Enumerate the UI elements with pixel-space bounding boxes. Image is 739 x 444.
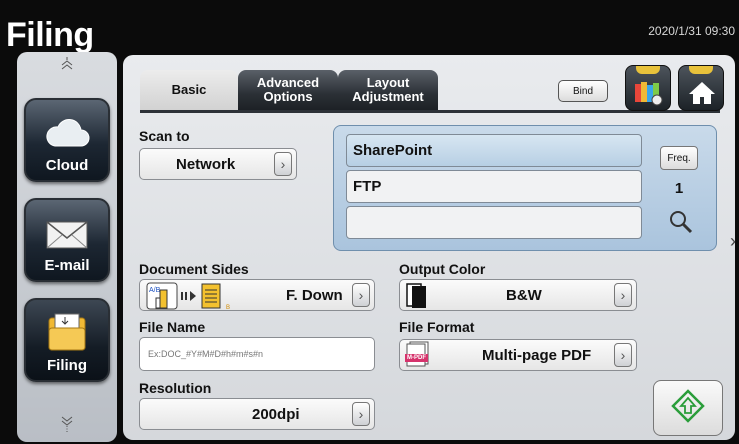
chevron-right-icon: › [352,402,370,426]
home-button[interactable] [678,65,724,111]
file-format-label: File Format [399,319,475,335]
document-sides-select[interactable]: A/B B F. Down › [139,279,375,311]
tab-layout-adjustment[interactable]: Layout Adjustment [338,70,438,110]
output-color-label: Output Color [399,261,486,277]
tab-bar: Basic Advanced Options Layout Adjustment [140,70,438,110]
destination-count: 1 [674,180,684,197]
magnifier-icon[interactable] [669,210,693,239]
app-title: Filing [6,16,94,54]
scan-to-value: Network [176,155,236,173]
pdf-icon-label: M-PDF [405,354,428,362]
resolution-select[interactable]: 200dpi › [139,398,375,430]
scan-to-select[interactable]: Network › [139,148,297,180]
chevron-right-icon: › [614,283,632,307]
sidebar-item-label: Filing [47,357,87,374]
resolution-label: Resolution [139,380,212,396]
sidebar-item-cloud[interactable]: Cloud [24,98,110,182]
cloud-icon [26,110,108,154]
file-name-input[interactable]: Ex:DOC_#Y#M#D#h#m#s#n [139,337,375,371]
svg-text:B: B [226,305,230,310]
chevron-right-icon: › [352,283,370,307]
pdf-icon: M-PDF [404,341,438,369]
sidebar-item-filing[interactable]: Filing [24,298,110,382]
chevron-down-icon[interactable] [17,414,117,434]
sidebar-item-email[interactable]: E-mail [24,198,110,282]
sidebar-item-label: Cloud [45,157,89,174]
destination-item[interactable] [346,206,642,239]
chevron-up-icon[interactable] [17,56,117,72]
destination-item[interactable]: SharePoint [346,134,642,167]
resolution-value: 200dpi [252,405,300,423]
sidebar: Cloud E-mail Filing [17,52,117,442]
profile-settings-button[interactable] [625,65,671,111]
tab-advanced-options[interactable]: Advanced Options [238,70,338,110]
main-panel: Basic Advanced Options Layout Adjustment… [123,55,736,440]
home-icon [688,80,716,110]
output-color-select[interactable]: B&W › [399,279,637,311]
output-color-value: B&W [506,286,542,304]
document-sides-label: Document Sides [139,261,249,277]
profile-settings-icon [634,80,664,110]
folder-icon [26,310,108,354]
sidebar-item-label: E-mail [44,257,90,274]
destination-item[interactable]: FTP [346,170,642,203]
chevron-right-icon: › [614,343,632,367]
bind-button[interactable]: Bind [558,80,608,102]
start-diamond-icon [671,388,705,428]
bw-icon [406,283,428,314]
datetime: 2020/1/31 09:30 [648,24,735,38]
start-button[interactable] [653,380,723,436]
file-format-select[interactable]: M-PDF Multi-page PDF › [399,339,637,371]
freq-button[interactable]: Freq. [660,146,698,170]
svg-text:A/B: A/B [149,287,161,294]
file-format-value: Multi-page PDF [482,346,592,364]
document-sides-value: F. Down [286,286,343,304]
chevron-right-icon: › [274,152,292,176]
duplex-icon: A/B B [146,282,236,315]
chevron-right-icon[interactable]: › [730,231,736,252]
file-name-label: File Name [139,319,206,335]
tab-basic[interactable]: Basic [140,70,238,110]
envelope-icon [26,210,108,254]
destination-list: SharePoint FTP Freq. 1 [333,125,717,251]
scan-to-label: Scan to [139,128,190,144]
